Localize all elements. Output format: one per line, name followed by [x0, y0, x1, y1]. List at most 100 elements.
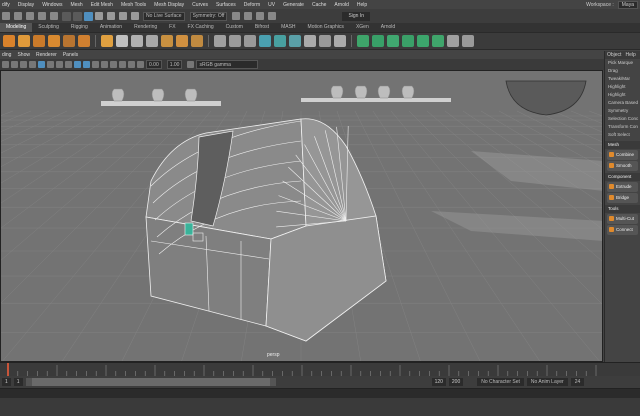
- bridge-button[interactable]: Bridge: [607, 193, 638, 203]
- menu-display[interactable]: Display: [18, 2, 34, 8]
- panel-menu-panels[interactable]: Panels: [63, 52, 78, 58]
- sign-in-button[interactable]: Sign In: [342, 11, 371, 21]
- symmetry-dropdown[interactable]: Symmetry: Off: [189, 11, 228, 21]
- range-slider[interactable]: [25, 378, 276, 386]
- menu-arnold[interactable]: Arnold: [334, 2, 348, 8]
- fps-dropdown[interactable]: 24: [570, 378, 585, 386]
- timeline[interactable]: [0, 362, 640, 376]
- lights-icon[interactable]: [101, 61, 108, 68]
- ambient-occlusion-icon[interactable]: [119, 61, 126, 68]
- resolution-gate-icon[interactable]: [56, 61, 63, 68]
- smooth-icon[interactable]: [146, 35, 158, 47]
- new-scene-icon[interactable]: [2, 12, 10, 20]
- option-highlight[interactable]: Highlight: [605, 91, 640, 99]
- shelf-tab-mash[interactable]: MASH: [275, 23, 301, 32]
- option-drag[interactable]: Drag: [605, 67, 640, 75]
- select-camera-icon[interactable]: [2, 61, 9, 68]
- plane-icon[interactable]: [78, 35, 90, 47]
- live-surface-field[interactable]: No Live Surface: [143, 11, 185, 21]
- smooth-shade-icon[interactable]: [83, 61, 90, 68]
- render-settings-icon[interactable]: [256, 12, 265, 20]
- svg-icon[interactable]: [101, 35, 113, 47]
- history-icon[interactable]: [289, 35, 301, 47]
- current-frame-marker[interactable]: [7, 363, 9, 377]
- undo-icon[interactable]: [38, 12, 46, 20]
- shelf-tab-xgen[interactable]: XGen: [350, 23, 375, 32]
- menu-deform[interactable]: Deform: [244, 2, 260, 8]
- bridge-icon[interactable]: [176, 35, 188, 47]
- section-component[interactable]: Component: [605, 173, 640, 181]
- grid-toggle-icon[interactable]: [38, 61, 45, 68]
- extrude-button[interactable]: Extrude: [607, 182, 638, 192]
- select-by-component-icon[interactable]: [84, 11, 93, 21]
- mesh-merge-green-icon[interactable]: [432, 35, 444, 47]
- gamma-field[interactable]: 1.00: [166, 60, 183, 69]
- shelf-tab-custom[interactable]: Custom: [220, 23, 249, 32]
- shelf-tab-bifrost[interactable]: Bifrost: [249, 23, 275, 32]
- extrude-icon[interactable]: [161, 35, 173, 47]
- mesh-mirror-icon[interactable]: [462, 35, 474, 47]
- option-selection-conc[interactable]: Selection Conc: [605, 115, 640, 123]
- menu-mesh[interactable]: Mesh: [70, 2, 82, 8]
- menu-mesh-display[interactable]: Mesh Display: [154, 2, 184, 8]
- ipr-render-icon[interactable]: [244, 12, 253, 20]
- wireframe-icon[interactable]: [74, 61, 81, 68]
- shelf-tab-arnold[interactable]: Arnold: [375, 23, 401, 32]
- menu-windows[interactable]: Windows: [42, 2, 62, 8]
- menu-curves[interactable]: Curves: [192, 2, 208, 8]
- hypershade-icon[interactable]: [268, 12, 277, 20]
- menu-surfaces[interactable]: Surfaces: [216, 2, 236, 8]
- bookmark-icon[interactable]: [20, 61, 27, 68]
- panel-tab-help[interactable]: Help: [625, 52, 635, 58]
- sculpt-icon[interactable]: [259, 35, 271, 47]
- menu-mesh-tools[interactable]: Mesh Tools: [121, 2, 146, 8]
- shelf-tab-animation[interactable]: Animation: [94, 23, 128, 32]
- command-line[interactable]: [0, 388, 640, 398]
- mesh-bridge-green-icon[interactable]: [402, 35, 414, 47]
- shadows-icon[interactable]: [110, 61, 117, 68]
- snap-curve-icon[interactable]: [107, 12, 115, 20]
- film-gate-icon[interactable]: [47, 61, 54, 68]
- open-scene-icon[interactable]: [14, 12, 22, 20]
- combine-icon[interactable]: [116, 35, 128, 47]
- connect-button[interactable]: Connect: [607, 225, 638, 235]
- center-pivot-icon[interactable]: [304, 35, 316, 47]
- separate-icon[interactable]: [131, 35, 143, 47]
- playback-start-field[interactable]: 1: [13, 378, 23, 386]
- section-tools[interactable]: Tools: [605, 205, 640, 213]
- shelf-tab-fx[interactable]: FX: [163, 23, 181, 32]
- select-by-hierarchy-icon[interactable]: [62, 11, 71, 21]
- anim-end-field[interactable]: 200: [448, 378, 464, 386]
- range-start-field[interactable]: 1: [2, 378, 11, 386]
- shelf-tab-motion-graphics[interactable]: Motion Graphics: [302, 23, 350, 32]
- persp-viewport[interactable]: persp: [0, 70, 603, 362]
- redo-icon[interactable]: [50, 12, 58, 20]
- section-mesh[interactable]: Mesh: [605, 141, 640, 149]
- color-management-icon[interactable]: [187, 61, 195, 68]
- menu-help[interactable]: Help: [357, 2, 367, 8]
- shelf-tab-fx-caching[interactable]: FX Caching: [182, 23, 220, 32]
- multi-cut-button[interactable]: Multi-Cut: [607, 214, 638, 224]
- target-weld-icon[interactable]: [229, 35, 241, 47]
- shelf-tab-modeling[interactable]: Modeling: [0, 23, 33, 32]
- delete-history-icon[interactable]: [334, 35, 346, 47]
- snap-point-icon[interactable]: [119, 12, 127, 20]
- menu-edit-mesh[interactable]: Edit Mesh: [91, 2, 113, 8]
- panel-menu-ding[interactable]: ding: [2, 52, 11, 58]
- menu-generate[interactable]: Generate: [283, 2, 304, 8]
- camera-attributes-icon[interactable]: [11, 61, 18, 68]
- combine-button[interactable]: Combine: [607, 150, 638, 160]
- option-tweak-mar[interactable]: Tweak/Mar: [605, 75, 640, 83]
- render-icon[interactable]: [232, 12, 241, 20]
- panel-tab-object[interactable]: Object: [607, 52, 621, 58]
- menu-dify[interactable]: dify: [2, 2, 10, 8]
- multi-cut-icon[interactable]: [214, 35, 226, 47]
- save-scene-icon[interactable]: [26, 12, 34, 20]
- workspace-dropdown[interactable]: Maya: [617, 1, 638, 9]
- textured-icon[interactable]: [92, 61, 99, 68]
- mesh-cube-green-icon[interactable]: [357, 35, 369, 47]
- menu-cache[interactable]: Cache: [312, 2, 326, 8]
- quad-draw-icon[interactable]: [244, 35, 256, 47]
- xray-icon[interactable]: [137, 61, 144, 68]
- option-symmetry[interactable]: Symmetry: [605, 107, 640, 115]
